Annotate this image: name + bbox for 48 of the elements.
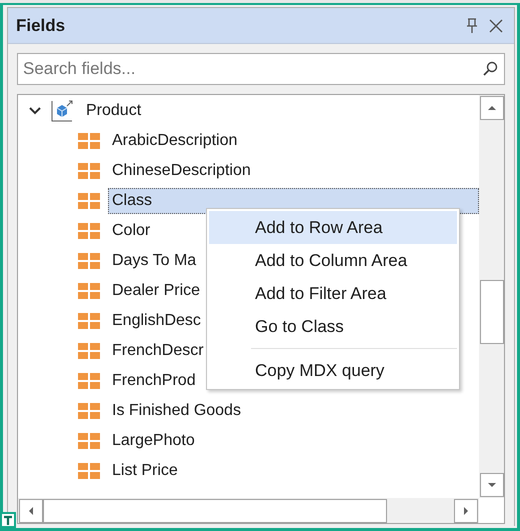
- table-icon: [78, 133, 100, 149]
- pin-icon[interactable]: [466, 18, 478, 34]
- tree-item[interactable]: FrenchDescr: [108, 338, 208, 364]
- tree-item[interactable]: Product: [82, 98, 146, 124]
- table-icon: [78, 193, 100, 209]
- tree-item[interactable]: Days To Ma: [108, 248, 200, 274]
- vertical-scrollbar[interactable]: [479, 95, 504, 498]
- horizontal-scrollbar[interactable]: [18, 498, 479, 523]
- cube-icon: [50, 99, 74, 123]
- tree-item[interactable]: EnglishDesc: [108, 308, 205, 334]
- scroll-left-button[interactable]: [19, 498, 43, 522]
- table-icon: [78, 313, 100, 329]
- tree-item[interactable]: ChineseDescription: [108, 158, 255, 184]
- menu-item[interactable]: Add to Row Area: [209, 211, 457, 244]
- close-icon[interactable]: [488, 18, 504, 34]
- up-triangle-icon: [486, 103, 496, 113]
- scroll-down-button[interactable]: [480, 473, 504, 497]
- table-icon: [78, 223, 100, 239]
- table-icon: [78, 403, 100, 419]
- down-triangle-icon: [486, 480, 496, 490]
- table-icon: [78, 373, 100, 389]
- scroll-up-button[interactable]: [480, 96, 504, 120]
- right-triangle-icon: [461, 506, 471, 516]
- chevron-icon[interactable]: [28, 106, 42, 116]
- menu-item[interactable]: Go to Class: [209, 310, 457, 343]
- table-icon: [78, 463, 100, 479]
- search-input[interactable]: Search fields...: [21, 58, 482, 80]
- table-icon: [78, 163, 100, 179]
- scrollbar-thumb[interactable]: [43, 498, 387, 522]
- tree-item[interactable]: FrenchProd: [108, 368, 200, 394]
- table-icon: [78, 283, 100, 299]
- tree-item[interactable]: ArabicDescription: [108, 128, 242, 154]
- menu-item[interactable]: Copy MDX query: [209, 354, 457, 387]
- table-icon: [78, 253, 100, 269]
- tree-item[interactable]: Is Finished Goods: [108, 398, 245, 424]
- tree-item[interactable]: Color: [108, 218, 154, 244]
- search-field[interactable]: Search fields...: [17, 53, 505, 85]
- menu-item[interactable]: Add to Filter Area: [209, 277, 457, 310]
- table-icon: [78, 343, 100, 359]
- panel-title: Fields: [16, 16, 66, 36]
- table-icon: [78, 433, 100, 449]
- scrollbar-thumb[interactable]: [480, 280, 504, 344]
- menu-item[interactable]: Add to Column Area: [209, 244, 457, 277]
- search-icon[interactable]: [482, 61, 498, 77]
- tree-item[interactable]: Dealer Price: [108, 278, 204, 304]
- tree-item[interactable]: List Price: [108, 458, 182, 484]
- tree-item[interactable]: LargePhoto: [108, 428, 199, 454]
- scroll-right-button[interactable]: [454, 498, 478, 522]
